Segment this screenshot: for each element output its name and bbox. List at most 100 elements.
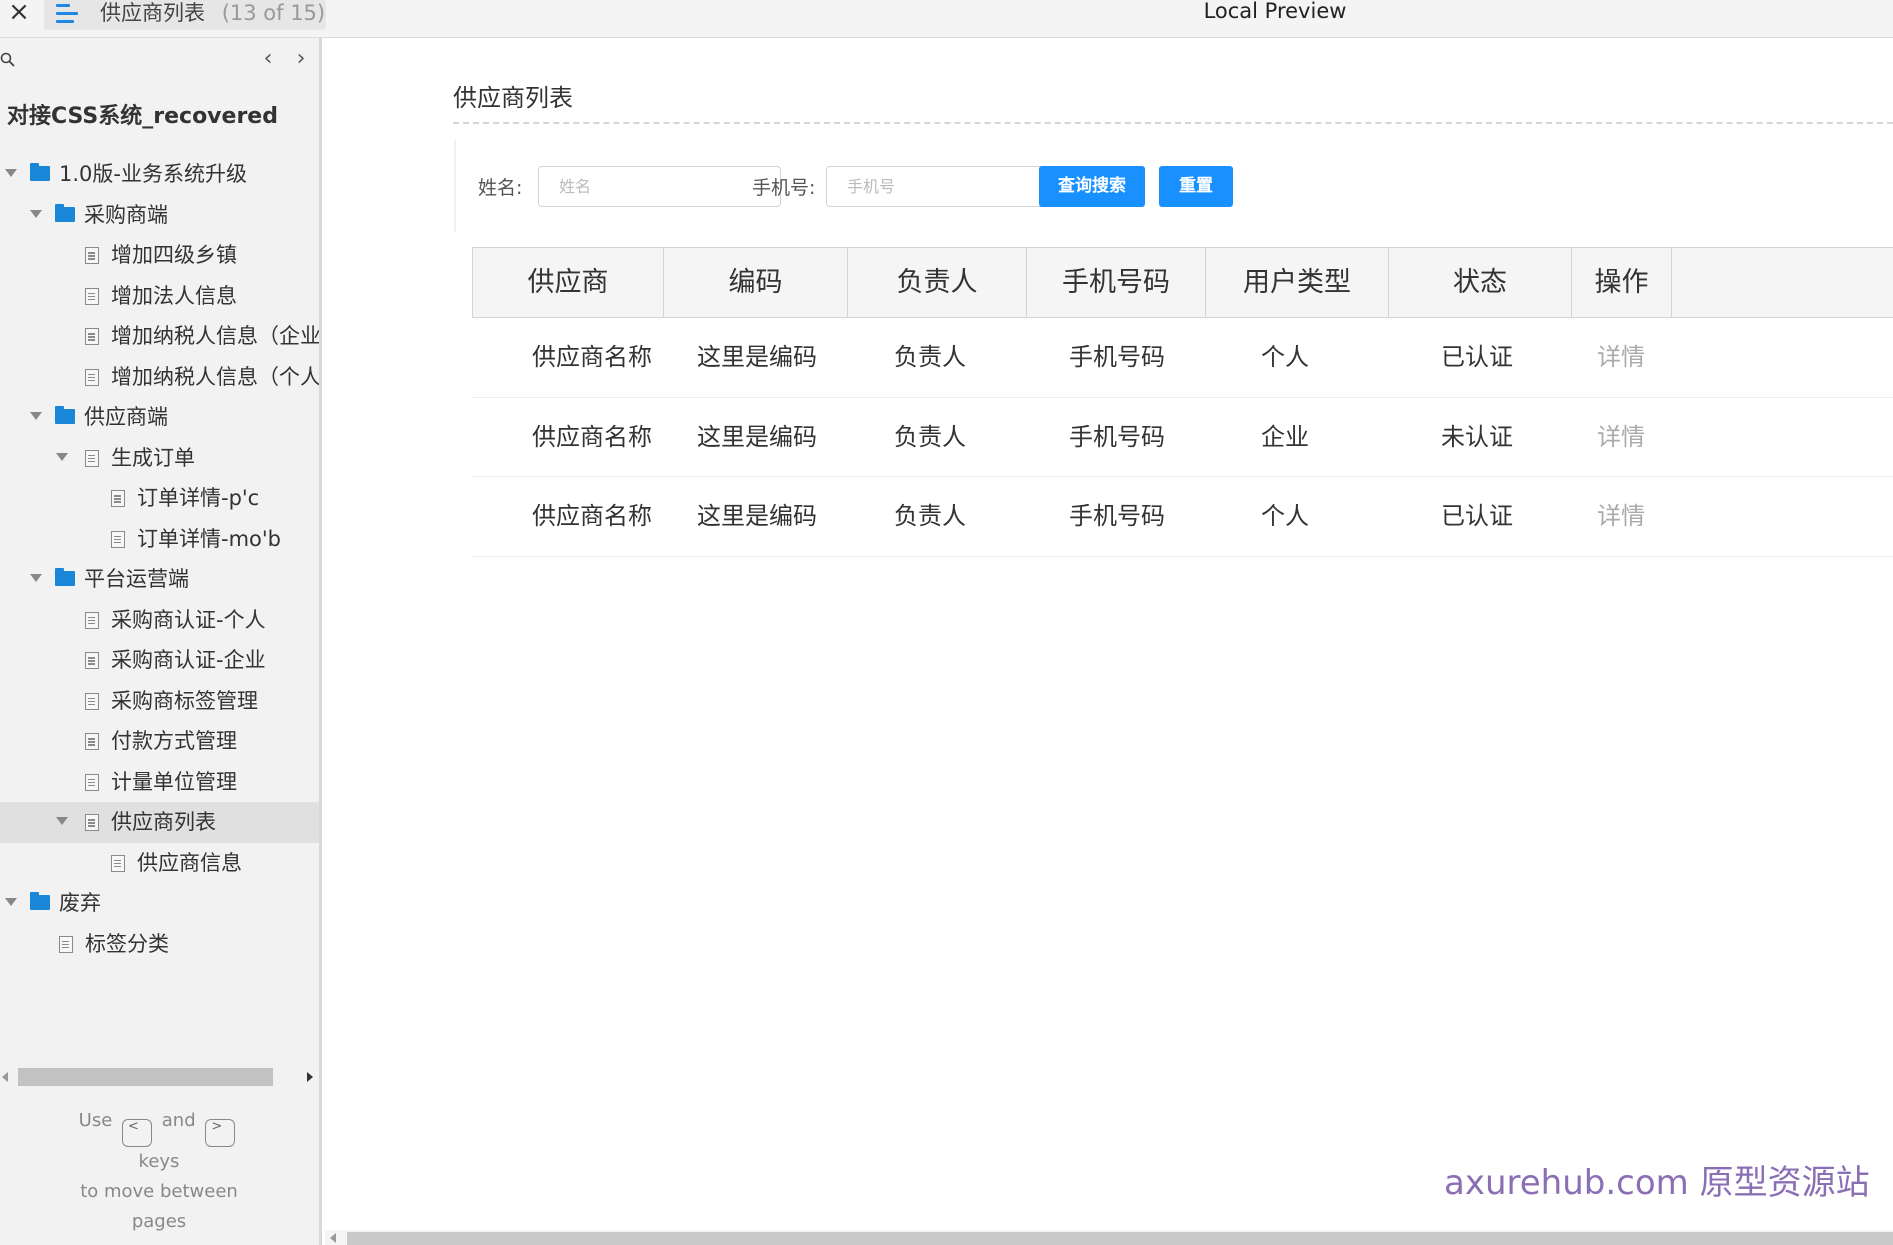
caret-down-icon[interactable] [5,169,17,177]
tree-item[interactable]: 供应商端 [0,397,319,438]
tree-item[interactable]: 采购商认证-企业 [0,640,319,681]
name-label: 姓名: [478,177,523,199]
scrollbar-thumb[interactable] [347,1232,1893,1245]
table-cell: 手机号码 [1069,502,1165,530]
scroll-right-arrow-icon[interactable] [307,1072,313,1082]
supplier-table: 供应商 编码 负责人 手机号码 用户类型 状态 操作 供应商名称 这里是编码 负责人 手机号码 个人… [472,247,1893,557]
detail-link[interactable]: 详情 [1571,398,1671,477]
tree-item[interactable]: 增加法人信息 [0,276,319,317]
search-icon[interactable] [0,52,16,68]
tree-item[interactable]: 废弃 [0,883,319,924]
caret-down-icon[interactable] [30,209,42,218]
tree-item-label: 计量单位管理 [111,769,237,794]
folder-icon [55,406,75,424]
main-horizontal-scrollbar[interactable] [325,1230,1893,1245]
tree-item-label: 标签分类 [85,931,169,956]
tree-item-label: 采购商认证-个人 [111,607,266,632]
table-cell: 手机号码 [1069,422,1165,451]
tree-item[interactable]: 付款方式管理 [0,721,319,762]
search-button[interactable]: 查询搜索 [1039,166,1145,207]
hint-and: and [161,1110,196,1131]
tree-item[interactable]: 增加四级乡镇 [0,235,319,276]
watermark: axurehub.com 原型资源站 [1444,1163,1870,1203]
scrollbar-thumb[interactable] [18,1068,273,1086]
tree-item-label: 付款方式管理 [111,729,237,753]
chevron-left-icon[interactable]: ‹ [257,48,279,72]
hint-line3: to move between [80,1181,238,1202]
tree-item-label: 采购商认证-企业 [111,648,266,672]
tree-item-label: 废弃 [59,891,101,915]
folder-icon [55,203,75,222]
caret-down-icon[interactable] [30,412,42,420]
tree-item[interactable]: 增加纳税人信息（个人） [0,357,322,398]
page-icon [85,368,99,386]
hamburger-menu-icon[interactable] [56,4,82,24]
caret-down-icon[interactable] [56,817,68,825]
table-cell: 未认证 [1441,422,1513,451]
tree-item[interactable]: 1.0版-业务系统升级 [0,154,319,195]
title-divider [453,122,1893,124]
tree-item-label: 1.0版-业务系统升级 [59,162,247,186]
column-header: 编码 [664,248,848,317]
table-cell: 负责人 [894,502,966,530]
detail-link[interactable]: 详情 [1571,477,1671,556]
tree-item-label: 订单详情-mo'b [137,526,281,551]
chevron-right-icon[interactable]: › [290,48,312,72]
tree-item[interactable]: 增加纳税人信息（企业） [0,316,322,357]
tree-item[interactable]: 生成订单 [0,438,319,479]
next-key-icon: > [205,1119,236,1147]
page-icon [85,328,99,345]
reset-button[interactable]: 重置 [1159,166,1233,207]
tree-item[interactable]: 采购商标签管理 [0,681,319,722]
page-icon [85,611,99,629]
table-cell: 这里是编码 [697,343,817,371]
caret-down-icon[interactable] [30,574,42,582]
table-cell: 已认证 [1441,502,1513,530]
tree-item-label: 增加纳税人信息（个人） [111,364,322,389]
page-icon [59,935,73,953]
tree-item[interactable]: 订单详情-mo'b [0,519,319,560]
detail-link[interactable]: 详情 [1571,318,1671,397]
scroll-left-arrow-icon[interactable] [2,1072,8,1082]
phone-label: 手机号: [752,177,816,199]
tree-item[interactable]: 采购商认证-个人 [0,600,319,641]
tree-item[interactable]: 标签分类 [0,924,319,965]
filter-bar: 姓名: 手机号: 查询搜索 重置 [454,140,1893,232]
tree-item[interactable]: 订单详情-p'c [0,478,319,519]
caret-down-icon[interactable] [56,452,68,461]
tab-page-count: (13 of 15) [221,1,326,25]
caret-down-icon[interactable] [5,898,17,906]
tree-item-label: 增加纳税人信息（企业） [111,324,322,348]
column-header: 手机号码 [1027,248,1206,317]
sidebar-horizontal-scrollbar[interactable] [0,1066,319,1088]
tree-item[interactable]: 供应商列表 [0,802,319,843]
keyboard-hint: Use < and > keys to move between pages [0,1106,318,1237]
page-icon [85,449,99,467]
table-cell: 供应商名称 [532,502,652,530]
project-title: 对接CSS系统_recovered [7,104,278,129]
close-icon[interactable]: × [5,0,33,28]
tree-item-label: 供应商端 [84,405,168,429]
tree-item-label: 增加四级乡镇 [111,243,237,267]
tree-item-label: 采购商标签管理 [111,688,258,713]
table-header: 供应商 编码 负责人 手机号码 用户类型 状态 操作 [472,247,1893,318]
scroll-left-arrow-icon[interactable] [330,1233,336,1243]
tree-item[interactable]: 供应商信息 [0,843,319,884]
phone-input[interactable] [826,166,1069,207]
page-title: 供应商列表 [453,84,573,112]
page-icon [85,773,99,791]
table-cell: 这里是编码 [697,502,817,530]
tree-item[interactable]: 计量单位管理 [0,762,319,803]
tab-title: 供应商列表 (13 of 15) [100,0,325,26]
tab-title-text: 供应商列表 [100,1,205,25]
name-input[interactable] [538,166,781,207]
tree-item[interactable]: 平台运营端 [0,559,319,600]
folder-icon [55,568,75,586]
tree-item[interactable]: 采购商端 [0,195,319,236]
table-body: 供应商名称 这里是编码 负责人 手机号码 个人 已认证 详情 供应商名称 这里是编码 负责人 手机号… [472,318,1893,557]
page-tab[interactable]: 供应商列表 (13 of 15) [44,0,326,30]
table-row: 供应商名称 这里是编码 负责人 手机号码 个人 已认证 详情 [472,477,1893,557]
table-cell: 供应商名称 [532,422,652,451]
table-cell: 负责人 [894,343,966,371]
table-row: 供应商名称 这里是编码 负责人 手机号码 个人 已认证 详情 [472,318,1893,398]
